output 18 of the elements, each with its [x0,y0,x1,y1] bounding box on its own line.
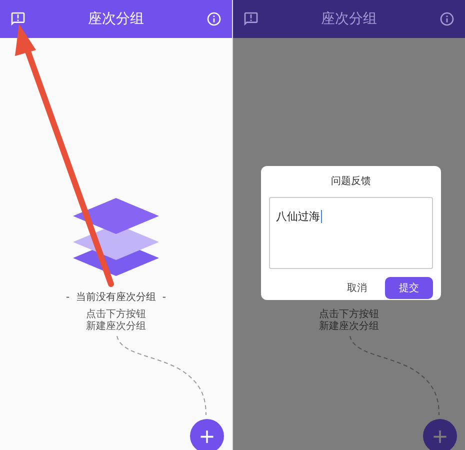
layers-icon [71,196,161,278]
feedback-icon[interactable] [243,11,259,27]
cancel-button[interactable]: 取消 [343,277,371,299]
info-icon[interactable] [206,11,222,27]
hint-text: 新建座次分组 [86,321,146,333]
add-button[interactable]: + [423,419,457,450]
dialog-title: 问题反馈 [331,175,371,189]
add-button[interactable]: + [190,419,224,450]
hint-text: 点击下方按钮 [319,309,379,320]
feedback-field[interactable]: 八仙过海 [269,197,433,269]
empty-title: - 当前没有座次分组 - [66,290,166,305]
feedback-icon[interactable] [10,11,26,27]
hint-text: 点击下方按钮 [86,309,146,320]
info-icon[interactable] [439,11,455,27]
submit-button[interactable]: 提交 [385,277,433,299]
hint-text: 新建座次分组 [319,321,379,333]
app-title: 座次分组 [321,10,377,28]
app-title: 座次分组 [88,10,144,28]
